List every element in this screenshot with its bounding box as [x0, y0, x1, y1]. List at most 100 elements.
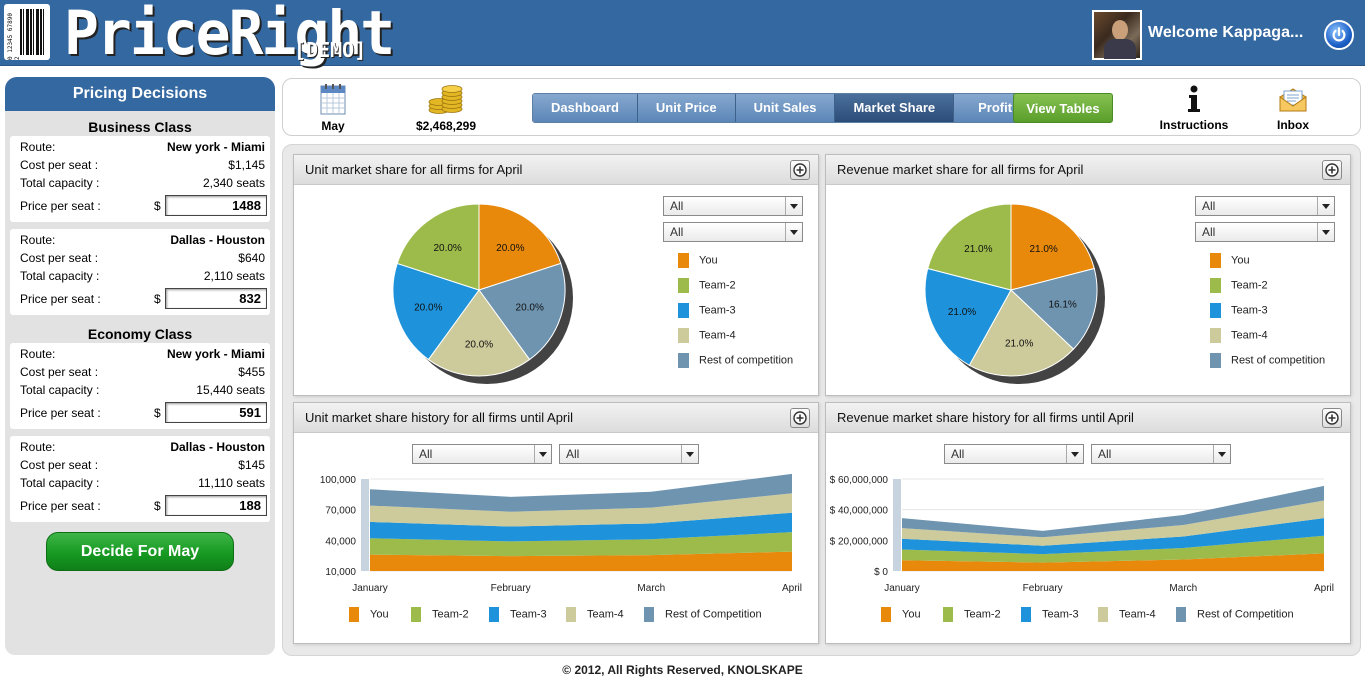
route-card-economy-dallas-houston: Route: Dallas - Houston Cost per seat : $1… — [10, 436, 270, 522]
legend-item-team-4: Team-4 — [678, 328, 736, 343]
expand-plus-icon[interactable] — [1322, 408, 1342, 428]
y-tick-label: 100,000 — [320, 475, 357, 486]
pie-slice-label: 20.0% — [433, 243, 461, 254]
route-label: Route: — [20, 233, 56, 247]
x-tick-label: April — [782, 583, 802, 594]
y-tick-label: $ 40,000,000 — [830, 506, 889, 517]
legend-item-team-4: Team-4 — [1098, 607, 1156, 622]
swatch — [881, 607, 891, 622]
swatch — [1210, 353, 1221, 368]
legend-item-team-2: Team-2 — [1210, 278, 1268, 293]
legend-item-team-2: Team-2 — [943, 607, 1001, 622]
filter-select-2[interactable]: All — [1195, 222, 1335, 242]
currency-symbol: $ — [154, 292, 161, 306]
swatch — [678, 303, 689, 318]
panel-title: Unit market share history for all firms … — [294, 403, 818, 433]
legend-item-you: You — [349, 607, 389, 622]
pie-slice-label: 20.0% — [496, 243, 524, 254]
cash-value: $2,468,299 — [415, 119, 477, 133]
instructions-button[interactable]: Instructions — [1153, 81, 1235, 132]
welcome-text: Welcome Kappaga... — [1148, 24, 1304, 41]
legend-item-you: You — [881, 607, 921, 622]
route-name: Dallas - Houston — [170, 233, 265, 247]
swatch — [1210, 303, 1221, 318]
expand-plus-icon[interactable] — [1322, 160, 1342, 180]
view-tables-button[interactable]: View Tables — [1013, 93, 1113, 123]
calendar-icon — [309, 81, 357, 117]
swatch — [678, 253, 689, 268]
expand-plus-icon[interactable] — [790, 408, 810, 428]
filter-select-2[interactable]: All — [663, 222, 803, 242]
y-tick-label: $ 0 — [874, 567, 888, 578]
pricing-decisions-title: Pricing Decisions — [5, 77, 275, 111]
swatch — [644, 607, 654, 622]
inbox-button[interactable]: Inbox — [1269, 81, 1317, 132]
footer-copyright: © 2012, All Rights Reserved, KNOLSKAPE — [562, 663, 803, 677]
filter-select-2[interactable]: All — [559, 444, 699, 464]
filter-select-1[interactable]: All — [1195, 196, 1335, 216]
x-tick-label: March — [1169, 583, 1197, 594]
filter-select-1[interactable]: All — [412, 444, 552, 464]
x-tick-label: April — [1314, 583, 1334, 594]
legend-item-you: You — [1210, 253, 1250, 268]
cost-label: Cost per seat : — [20, 365, 99, 379]
cost-label: Cost per seat : — [20, 458, 99, 472]
route-card-economy-ny-miami: Route: New york - Miami Cost per seat : $4… — [10, 343, 270, 429]
coins-icon — [401, 81, 491, 117]
y-tick-label: $ 60,000,000 — [830, 475, 889, 486]
filter-select-1[interactable]: All — [663, 196, 803, 216]
swatch — [678, 353, 689, 368]
price-input[interactable] — [165, 402, 267, 423]
y-tick-label: 70,000 — [325, 506, 356, 517]
route-name: New york - Miami — [166, 347, 265, 361]
route-card-business-ny-miami: Route: New york - Miami Cost per seat : $1… — [10, 136, 270, 222]
top-bar: 0 12345 67890 2 PriceRight [DEMO] Welcom… — [0, 0, 1365, 66]
swatch — [566, 607, 576, 622]
expand-plus-icon[interactable] — [790, 160, 810, 180]
pie-slice-label: 21.0% — [964, 244, 992, 255]
decide-button[interactable]: Decide For May — [46, 532, 234, 571]
economy-class-title: Economy Class — [87, 326, 193, 342]
swatch — [411, 607, 421, 622]
price-label: Price per seat : — [20, 406, 101, 420]
x-tick-label: January — [884, 583, 920, 594]
barcode-digits: 0 12345 67890 2 — [7, 13, 21, 60]
capacity-label: Total capacity : — [20, 383, 100, 397]
tab-unit-sales[interactable]: Unit Sales — [735, 94, 836, 122]
axis-band — [361, 479, 369, 571]
x-tick-label: February — [1023, 583, 1063, 594]
legend-item-team-2: Team-2 — [411, 607, 469, 622]
capacity-label: Total capacity : — [20, 476, 100, 490]
filter-select-1[interactable]: All — [944, 444, 1084, 464]
x-tick-label: February — [491, 583, 531, 594]
currency-symbol: $ — [154, 199, 161, 213]
swatch — [943, 607, 953, 622]
filter-select-2[interactable]: All — [1091, 444, 1231, 464]
price-label: Price per seat : — [20, 292, 101, 306]
tab-market-share[interactable]: Market Share — [835, 94, 955, 122]
route-label: Route: — [20, 140, 56, 154]
route-label: Route: — [20, 347, 56, 361]
price-label: Price per seat : — [20, 199, 101, 213]
currency-symbol: $ — [154, 406, 161, 420]
unit-share-history-panel: Unit market share history for all firms … — [293, 402, 819, 644]
mail-icon — [1269, 81, 1317, 117]
unit-share-pie-panel: Unit market share for all firms for Apri… — [293, 154, 819, 396]
legend-item-you: You — [678, 253, 718, 268]
cost-label: Cost per seat : — [20, 251, 99, 265]
swatch — [678, 328, 689, 343]
price-input[interactable] — [165, 288, 267, 309]
avatar[interactable] — [1092, 10, 1142, 60]
price-input[interactable] — [165, 195, 267, 216]
cost-value: $455 — [238, 365, 265, 379]
pricing-decisions-panel: Pricing Decisions Business Class Route: N… — [5, 77, 275, 655]
tab-unit-price[interactable]: Unit Price — [637, 94, 736, 122]
tab-dashboard[interactable]: Dashboard — [533, 94, 638, 122]
price-input[interactable] — [165, 495, 267, 516]
pie-slice-label: 16.1% — [1048, 299, 1076, 310]
legend-item-team-3: Team-3 — [1021, 607, 1079, 622]
pie-slice-label: 20.0% — [516, 302, 544, 313]
cost-value: $1,145 — [228, 158, 265, 172]
capacity-value: 2,340 seats — [202, 176, 265, 190]
power-logout-icon[interactable] — [1324, 20, 1354, 50]
